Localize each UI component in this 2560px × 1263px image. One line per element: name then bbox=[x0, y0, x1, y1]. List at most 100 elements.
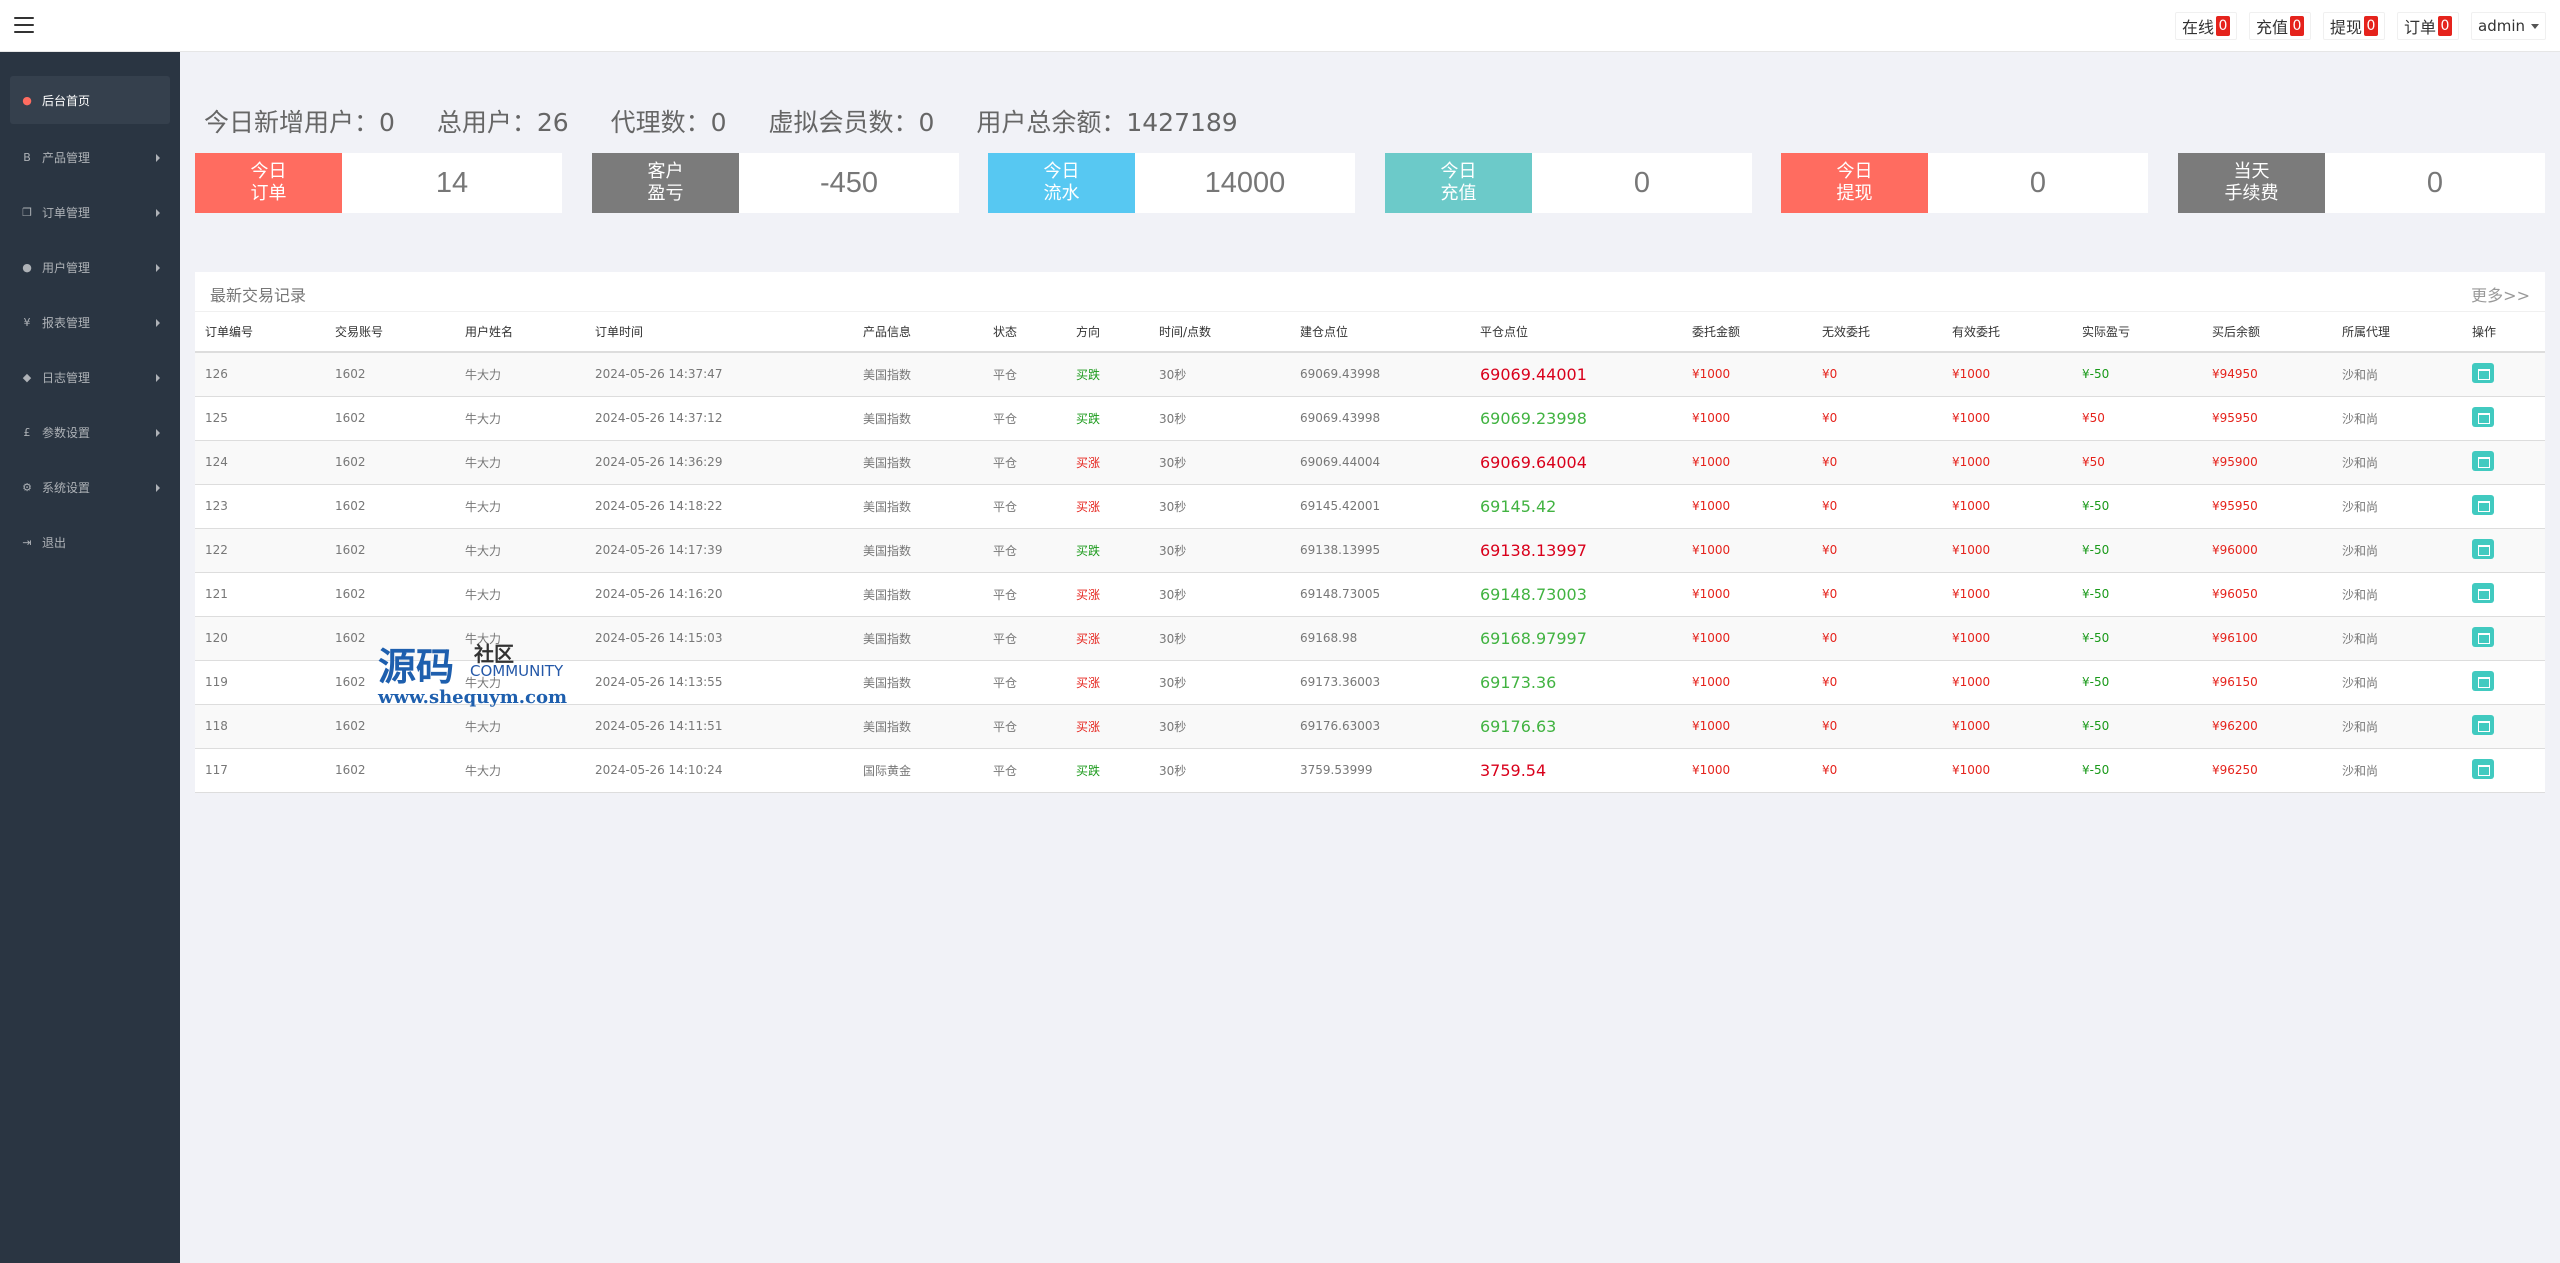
card-value: -450 bbox=[819, 166, 879, 199]
table-cell: ¥96100 bbox=[2202, 616, 2332, 661]
sidebar-item-logs[interactable]: ◆ 日志管理 bbox=[0, 350, 180, 405]
table-cell: 2024-05-26 14:37:12 bbox=[585, 396, 853, 441]
table-cell: 平仓 bbox=[983, 528, 1066, 573]
table-cell: 平仓 bbox=[983, 704, 1066, 749]
sidebar-item-system[interactable]: ⚙ 系统设置 bbox=[0, 460, 180, 515]
sidebar-item-users[interactable]: ● 用户管理 bbox=[0, 240, 180, 295]
sidebar-item-params[interactable]: £ 参数设置 bbox=[0, 405, 180, 460]
table-cell: 2024-05-26 14:37:47 bbox=[585, 352, 853, 397]
table-cell: ¥1000 bbox=[1942, 572, 2072, 617]
table-cell: 美国指数 bbox=[853, 484, 983, 529]
table-cell: ¥1000 bbox=[1942, 748, 2072, 793]
sidebar-item-home[interactable]: ● 后台首页 bbox=[10, 76, 170, 124]
table-cell: ¥1000 bbox=[1682, 616, 1812, 661]
table-cell: 2024-05-26 14:13:55 bbox=[585, 660, 853, 705]
table-cell: ¥0 bbox=[1812, 748, 1942, 793]
view-detail-button[interactable] bbox=[2472, 714, 2494, 735]
table-cell: 沙和尚 bbox=[2332, 440, 2462, 485]
table-cell: 2024-05-26 14:18:22 bbox=[585, 484, 853, 529]
card-label: 客户 盈亏 bbox=[592, 153, 739, 213]
table-cell bbox=[2462, 704, 2545, 749]
view-detail-button[interactable] bbox=[2472, 582, 2494, 603]
table-cell: 69069.44001 bbox=[1470, 352, 1682, 397]
table-cell: ¥1000 bbox=[1682, 660, 1812, 705]
table-cell: 牛大力 bbox=[455, 352, 585, 397]
menu-toggle-icon[interactable] bbox=[14, 17, 34, 34]
table-cell: 3759.54 bbox=[1470, 748, 1682, 793]
view-detail-button[interactable] bbox=[2472, 494, 2494, 515]
column-header: 所属代理 bbox=[2332, 312, 2462, 353]
sidebar-item-label: 订单管理 bbox=[42, 206, 91, 220]
table-cell: 30秒 bbox=[1149, 748, 1290, 793]
card-label: 今日 订单 bbox=[195, 153, 342, 213]
order-label: 订单 bbox=[2403, 18, 2436, 37]
table-cell: 平仓 bbox=[983, 440, 1066, 485]
card-today-turnover: 今日 流水 14000 bbox=[988, 153, 1355, 213]
table-cell: 牛大力 bbox=[455, 704, 585, 749]
user-menu[interactable]: admin bbox=[2471, 12, 2546, 40]
table-cell: 69176.63 bbox=[1470, 704, 1682, 749]
view-detail-button[interactable] bbox=[2472, 538, 2494, 559]
card-value: 14 bbox=[435, 166, 469, 199]
table-cell: 69145.42001 bbox=[1290, 484, 1470, 529]
column-header: 订单时间 bbox=[585, 312, 853, 353]
order-count-badge: 0 bbox=[2438, 16, 2452, 36]
table-body: 126 1602 牛大力 2024-05-26 14:37:47 美国指数 平仓 买跌 30秒… bbox=[195, 352, 2545, 793]
order-indicator[interactable]: 订单 0 bbox=[2396, 12, 2459, 40]
table-cell: 买跌 bbox=[1066, 352, 1149, 397]
table-cell: 平仓 bbox=[983, 484, 1066, 529]
online-count-badge: 0 bbox=[2215, 16, 2230, 36]
sidebar-item-label: 后台首页 bbox=[42, 93, 91, 108]
table-cell: ¥1000 bbox=[1942, 484, 2072, 529]
table-cell: ¥96150 bbox=[2202, 660, 2332, 705]
sidebar-item-products[interactable]: B 产品管理 bbox=[0, 130, 180, 185]
online-indicator[interactable]: 在线 0 bbox=[2174, 12, 2237, 40]
view-detail-button[interactable] bbox=[2472, 450, 2494, 471]
view-detail-button[interactable] bbox=[2472, 362, 2494, 383]
table-cell: 2024-05-26 14:17:39 bbox=[585, 528, 853, 573]
table-cell: 美国指数 bbox=[853, 352, 983, 397]
table-cell: ¥0 bbox=[1812, 572, 1942, 617]
table-cell: 69173.36003 bbox=[1290, 660, 1470, 705]
top-right-toolbar: 在线 0 充值 0 提现 0 订单 0 admin bbox=[2163, 12, 2546, 40]
panel-header: 最新交易记录 更多>> bbox=[195, 272, 2545, 312]
chevron-right-icon bbox=[156, 373, 160, 382]
table-cell: ¥-50 bbox=[2072, 352, 2202, 397]
table-cell: ¥95950 bbox=[2202, 396, 2332, 441]
table-cell: ¥1000 bbox=[1682, 352, 1812, 397]
sidebar-item-logout[interactable]: ⇥ 退出 bbox=[0, 515, 180, 570]
table-cell: ¥1000 bbox=[1942, 352, 2072, 397]
card-label: 当天 手续费 bbox=[2178, 153, 2325, 213]
card-label-line2: 盈亏 bbox=[647, 183, 684, 204]
chevron-right-icon bbox=[156, 208, 160, 217]
sidebar-item-label: 日志管理 bbox=[42, 371, 91, 385]
withdraw-indicator[interactable]: 提现 0 bbox=[2322, 12, 2385, 40]
sidebar-item-orders[interactable]: ❐ 订单管理 bbox=[0, 185, 180, 240]
table-cell: ¥1000 bbox=[1682, 704, 1812, 749]
column-header: 用户姓名 bbox=[455, 312, 585, 353]
view-detail-button[interactable] bbox=[2472, 758, 2494, 779]
table-cell: ¥1000 bbox=[1682, 440, 1812, 485]
dashboard-icon: ● bbox=[22, 93, 32, 107]
card-today-orders: 今日 订单 14 bbox=[195, 153, 562, 213]
more-link[interactable]: 更多>> bbox=[2471, 282, 2530, 306]
recharge-indicator[interactable]: 充值 0 bbox=[2248, 12, 2311, 40]
table-cell: ¥1000 bbox=[1682, 572, 1812, 617]
table-cell: ¥1000 bbox=[1682, 748, 1812, 793]
table-cell: 1602 bbox=[325, 440, 455, 485]
table-cell: 沙和尚 bbox=[2332, 396, 2462, 441]
table-cell: 1602 bbox=[325, 352, 455, 397]
table-cell bbox=[2462, 572, 2545, 617]
sidebar-item-reports[interactable]: ¥ 报表管理 bbox=[0, 295, 180, 350]
column-header: 订单编号 bbox=[195, 312, 325, 353]
view-detail-button[interactable] bbox=[2472, 626, 2494, 647]
table-cell: ¥-50 bbox=[2072, 572, 2202, 617]
table-row: 122 1602 牛大力 2024-05-26 14:17:39 美国指数 平仓 买跌 30秒… bbox=[195, 528, 2545, 573]
copy-icon: ❐ bbox=[22, 206, 32, 219]
view-detail-button[interactable] bbox=[2472, 406, 2494, 427]
table-cell: ¥-50 bbox=[2072, 484, 2202, 529]
card-value: 14000 bbox=[1204, 166, 1286, 199]
table-row: 121 1602 牛大力 2024-05-26 14:16:20 美国指数 平仓 买涨 30秒… bbox=[195, 572, 2545, 617]
watermark-url: www.shequym.com bbox=[378, 687, 568, 708]
view-detail-button[interactable] bbox=[2472, 670, 2494, 691]
